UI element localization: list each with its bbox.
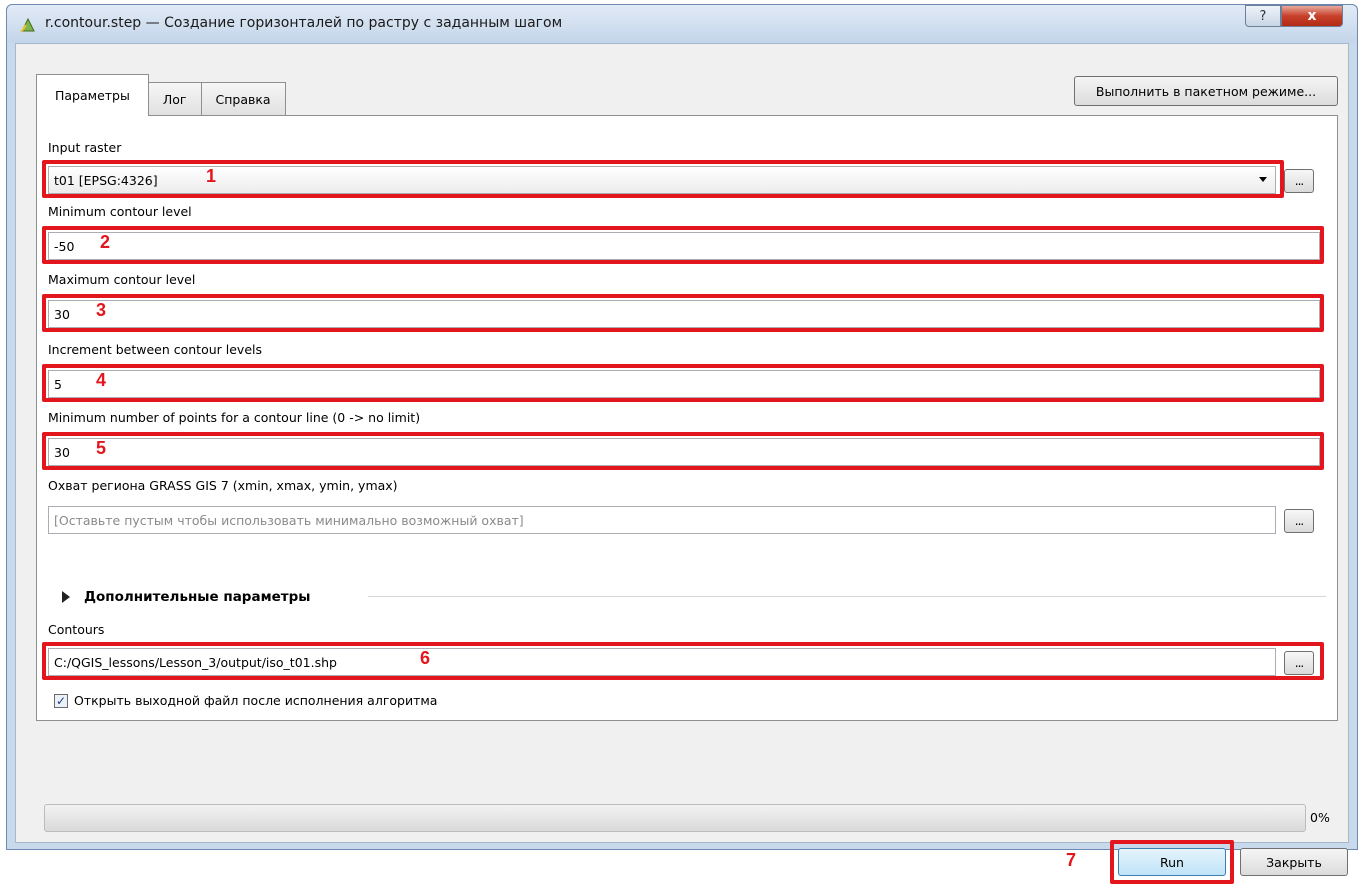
annotation-1: 1 (206, 166, 217, 186)
tab-log[interactable]: Лог (147, 82, 202, 116)
annotation-3: 3 (96, 300, 107, 320)
qgis-icon (20, 17, 35, 33)
open-output-checkbox[interactable]: ✓ (54, 694, 68, 708)
contours-label: Contours (48, 622, 105, 637)
annotation-2: 2 (100, 232, 111, 252)
advanced-params-toggle[interactable]: Дополнительные параметры (62, 589, 310, 605)
highlight-box-1 (42, 160, 1284, 198)
tab-parameters[interactable]: Параметры (36, 74, 149, 116)
close-icon: x (1307, 8, 1317, 24)
max-level-label: Maximum contour level (48, 272, 196, 287)
help-icon: ? (1259, 8, 1267, 24)
input-raster-browse-button[interactable]: ... (1284, 169, 1314, 193)
min-level-label: Minimum contour level (48, 204, 192, 219)
highlight-box-2 (42, 226, 1324, 264)
dialog-body: Параметры Лог Справка Выполнить в пакетн… (15, 43, 1349, 884)
highlight-box-3 (42, 294, 1324, 332)
checkmark-icon: ✓ (55, 694, 67, 708)
title-bar[interactable]: r.contour.step — Создание горизонталей п… (7, 5, 1357, 43)
annotation-4: 4 (96, 370, 107, 390)
progress-percent: 0% (1310, 810, 1330, 825)
progress-bar (44, 804, 1306, 832)
highlight-box-4 (42, 364, 1324, 402)
increment-label: Increment between contour levels (48, 342, 262, 357)
open-output-label: Открыть выходной файл после исполнения а… (74, 693, 438, 708)
region-input[interactable]: [Оставьте пустым чтобы использовать мини… (48, 506, 1276, 534)
annotation-5: 5 (96, 438, 107, 458)
input-raster-label: Input raster (48, 140, 122, 155)
region-browse-button[interactable]: ... (1284, 509, 1314, 533)
triangle-right-icon (62, 591, 70, 603)
min-points-label: Minimum number of points for a contour l… (48, 410, 421, 425)
tab-help[interactable]: Справка (200, 82, 286, 116)
section-divider (368, 596, 1326, 597)
help-button[interactable]: ? (1245, 5, 1281, 27)
window-close-button[interactable]: x (1281, 5, 1343, 27)
region-label: Охват региона GRASS GIS 7 (xmin, xmax, y… (48, 478, 398, 493)
highlight-box-5 (42, 432, 1324, 470)
batch-mode-button[interactable]: Выполнить в пакетном режиме... (1074, 76, 1338, 106)
highlight-box-6 (42, 642, 1324, 680)
tab-bar: Параметры Лог Справка (36, 74, 286, 116)
close-button[interactable]: Закрыть (1240, 848, 1348, 876)
highlight-box-7 (1110, 840, 1234, 884)
annotation-6: 6 (420, 648, 431, 668)
dialog-window: r.contour.step — Создание горизонталей п… (6, 4, 1358, 884)
advanced-params-label: Дополнительные параметры (84, 589, 311, 605)
window-title: r.contour.step — Создание горизонталей п… (45, 15, 563, 31)
annotation-7: 7 (1066, 850, 1077, 870)
